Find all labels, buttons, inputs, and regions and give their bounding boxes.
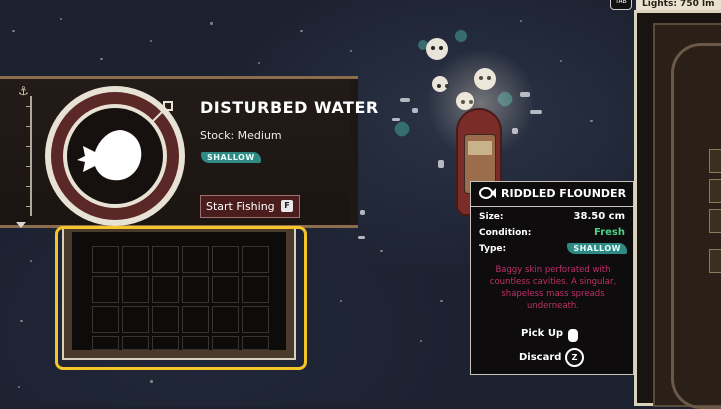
anchor-icon: ⚓ bbox=[18, 84, 29, 98]
tooltip-title: RIDDLED FLOUNDER bbox=[501, 187, 627, 200]
condition-value: Fresh bbox=[594, 227, 625, 238]
mouse-click-icon bbox=[568, 329, 578, 342]
start-fishing-label: Start Fishing bbox=[206, 200, 275, 213]
stock-level: Stock: Medium bbox=[200, 129, 282, 142]
fish-description: Baggy skin perforated with countless cav… bbox=[489, 265, 617, 311]
type-label: Type: bbox=[479, 244, 507, 254]
z-key-icon: Z bbox=[565, 348, 584, 367]
depth-badge: SHALLOW bbox=[201, 152, 261, 163]
spot-title: DISTURBED WATER bbox=[200, 98, 379, 117]
selection-highlight bbox=[55, 226, 307, 370]
start-fishing-button[interactable]: Start Fishing F bbox=[200, 195, 300, 218]
fish-icon bbox=[479, 186, 497, 202]
arrow-down-icon bbox=[16, 222, 26, 228]
type-badge: SHALLOW bbox=[567, 243, 627, 254]
needle-marker-icon bbox=[151, 101, 173, 123]
pickup-action[interactable]: Pick Up bbox=[521, 328, 563, 339]
size-value: 38.50 cm bbox=[573, 211, 625, 222]
depth-scale bbox=[0, 96, 32, 222]
size-label: Size: bbox=[479, 212, 504, 222]
discard-action[interactable]: Discard bbox=[519, 352, 561, 363]
f-key-icon: F bbox=[281, 200, 293, 212]
tab-key-hint: TAB bbox=[610, 0, 632, 10]
fish-tooltip: RIDDLED FLOUNDER Size: 38.50 cm Conditio… bbox=[470, 181, 634, 375]
cargo-panel bbox=[634, 10, 721, 409]
tooltip-header: RIDDLED FLOUNDER bbox=[471, 182, 633, 207]
condition-label: Condition: bbox=[479, 228, 532, 238]
lights-readout: Lights: 750 lm bbox=[636, 0, 721, 10]
